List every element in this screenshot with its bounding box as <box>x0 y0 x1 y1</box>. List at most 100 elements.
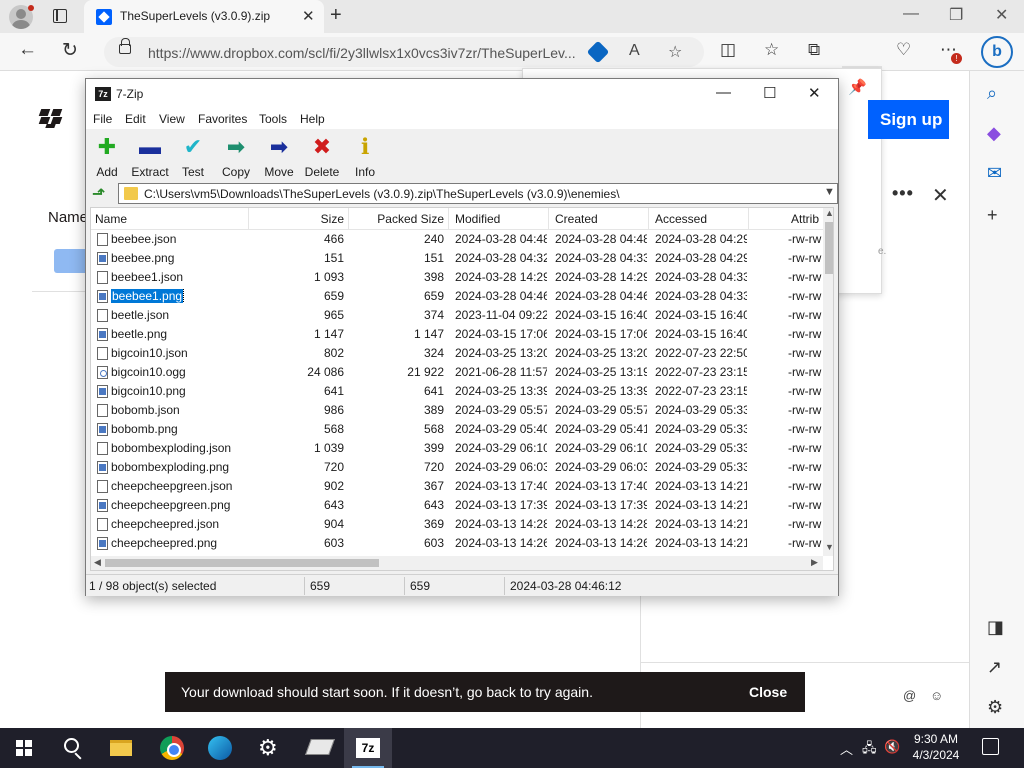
start-button[interactable] <box>0 728 48 768</box>
more-icon[interactable]: ••• <box>892 183 914 204</box>
table-row[interactable]: cheepcheepred.png 603 603 2024-03-13 14:26 2… <box>91 534 823 553</box>
scroll-down-icon[interactable]: ▼ <box>825 542 833 552</box>
window-close-icon[interactable]: ✕ <box>995 5 1008 25</box>
horizontal-scrollbar[interactable]: ◀ ▶ <box>91 556 823 570</box>
file-list[interactable]: Name Size Packed Size Modified Created A… <box>90 207 834 571</box>
table-row[interactable]: bobomb.png 568 568 2024-03-29 05:40 2024-03-… <box>91 420 823 439</box>
sevenzip-titlebar[interactable]: 7z 7-Zip — ☐ ✕ <box>86 79 838 109</box>
table-row[interactable]: bobombexploding.png 720 720 2024-03-29 06:0… <box>91 458 823 477</box>
add-sidebar-icon[interactable]: + <box>987 205 998 226</box>
table-row[interactable]: bobombexploding.json 1 039 399 2024-03-29 0… <box>91 439 823 458</box>
minimize-icon[interactable]: — <box>903 5 919 23</box>
lock-icon[interactable] <box>119 38 131 54</box>
table-row[interactable]: bigcoin10.png 641 641 2024-03-25 13:39 2024-… <box>91 382 823 401</box>
dropbox-logo-icon[interactable] <box>38 109 63 128</box>
taskbar-search-button[interactable] <box>48 728 96 768</box>
column-header-accessed[interactable]: Accessed <box>655 212 745 226</box>
table-row[interactable]: beebee.png 151 151 2024-03-28 04:32 2024-03-… <box>91 249 823 268</box>
table-row[interactable]: beetle.png 1 147 1 147 2024-03-15 17:06 2024… <box>91 325 823 344</box>
taskbar-app[interactable] <box>296 728 344 768</box>
mention-icon[interactable]: @ <box>903 688 916 703</box>
back-icon[interactable]: ← <box>18 39 37 61</box>
search-icon[interactable]: ⌕ <box>987 83 997 104</box>
column-divider[interactable] <box>448 208 449 230</box>
tab-close-icon[interactable]: ✕ <box>302 7 315 25</box>
taskbar-settings[interactable]: ⚙ <box>246 728 294 768</box>
column-header-packed-size[interactable]: Packed Size <box>351 212 444 226</box>
copilot-icon[interactable]: b <box>981 36 1013 68</box>
folder-icon[interactable] <box>54 249 88 273</box>
emoji-icon[interactable]: ☺ <box>930 688 943 703</box>
delete-button[interactable]: ✖ Delete <box>298 135 346 180</box>
tab-actions-icon[interactable] <box>53 9 67 23</box>
move-button[interactable]: ➡ Move <box>255 135 303 180</box>
collections-icon[interactable]: ⧉ <box>808 40 820 60</box>
taskbar-edge[interactable] <box>196 728 244 768</box>
taskbar-file-explorer[interactable] <box>98 728 146 768</box>
favorite-star-icon[interactable]: ☆ <box>668 42 682 62</box>
scroll-left-icon[interactable]: ◀ <box>94 557 101 568</box>
column-header-attrib[interactable]: Attrib <box>791 212 823 226</box>
vertical-scroll-thumb[interactable] <box>825 222 833 274</box>
menu-help[interactable]: Help <box>300 112 325 126</box>
menu-tools[interactable]: Tools <box>259 112 287 126</box>
favorites-icon[interactable]: ☆ <box>764 40 779 60</box>
path-combobox[interactable]: C:\Users\vm5\Downloads\TheSuperLevels (v… <box>118 183 838 204</box>
table-row[interactable]: cheepcheepgreen.png 643 643 2024-03-13 17:3… <box>91 496 823 515</box>
vertical-scrollbar[interactable]: ▲ ▼ <box>823 208 833 556</box>
extension-icon[interactable] <box>586 40 610 64</box>
column-divider[interactable] <box>248 208 249 230</box>
zip-minimize-icon[interactable]: — <box>716 84 731 101</box>
table-row[interactable]: beebee1.json 1 093 398 2024-03-28 14:29 2024… <box>91 268 823 287</box>
info-button[interactable]: ℹ Info <box>341 135 389 180</box>
column-divider[interactable] <box>748 208 749 230</box>
scroll-right-icon[interactable]: ▶ <box>811 557 818 568</box>
table-row[interactable]: cheepcheepgreen.json 902 367 2024-03-13 17:… <box>91 477 823 496</box>
external-link-icon[interactable]: ↗ <box>987 657 1002 678</box>
performance-icon[interactable]: ♡ <box>896 40 911 60</box>
taskbar-chrome[interactable] <box>148 728 196 768</box>
zip-maximize-icon[interactable]: ☐ <box>763 84 776 102</box>
add-button[interactable]: ✚ Add <box>83 135 131 180</box>
settings-icon[interactable]: ⚙ <box>987 697 1003 718</box>
split-screen-icon[interactable]: ◫ <box>720 40 736 60</box>
menu-favorites[interactable]: Favorites <box>198 112 247 126</box>
tools-icon[interactable]: ◆ <box>987 123 1001 144</box>
network-icon[interactable]: 🖧 <box>862 739 877 761</box>
table-row[interactable]: bigcoin10.ogg 24 086 21 922 2021-06-28 11:5… <box>91 363 823 382</box>
panel-close-icon[interactable]: ✕ <box>932 183 949 208</box>
new-tab-button[interactable]: + <box>330 4 342 27</box>
column-divider[interactable] <box>348 208 349 230</box>
refresh-icon[interactable]: ↻ <box>62 39 78 62</box>
table-row[interactable]: bobomb.json 986 389 2024-03-29 05:57 2024-03… <box>91 401 823 420</box>
column-header-size[interactable]: Size <box>251 212 344 226</box>
column-header-name[interactable]: Name <box>48 209 88 226</box>
menu-view[interactable]: View <box>159 112 185 126</box>
test-button[interactable]: ✔ Test <box>169 135 217 180</box>
address-bar[interactable]: https://www.dropbox.com/scl/fi/2y3llwlsx… <box>104 37 704 67</box>
column-divider[interactable] <box>648 208 649 230</box>
table-row[interactable]: bigcoin10.json 802 324 2024-03-25 13:20 2024… <box>91 344 823 363</box>
chevron-down-icon[interactable]: ▼ <box>824 186 835 198</box>
column-header-modified[interactable]: Modified <box>455 212 545 226</box>
column-divider[interactable] <box>548 208 549 230</box>
tab-dropbox[interactable]: TheSuperLevels (v3.0.9).zip ✕ <box>84 0 324 33</box>
taskbar-clock[interactable]: 9:30 AM 4/3/2024 <box>905 731 967 763</box>
pin-icon[interactable]: 📌 <box>848 78 867 96</box>
table-row[interactable]: beetle.json 965 374 2023-11-04 09:22 2024-03… <box>91 306 823 325</box>
horizontal-scroll-thumb[interactable] <box>105 559 379 567</box>
column-header-created[interactable]: Created <box>555 212 645 226</box>
toast-close-button[interactable]: Close <box>749 684 787 700</box>
menu-edit[interactable]: Edit <box>125 112 146 126</box>
table-row[interactable]: cheepcheepred.json 904 369 2024-03-13 14:28… <box>91 515 823 534</box>
column-header-name[interactable]: Name <box>95 212 245 226</box>
sign-up-button[interactable]: Sign up <box>868 100 949 139</box>
outlook-icon[interactable]: ✉ <box>987 163 1002 184</box>
table-row[interactable]: beebee1.png 659 659 2024-03-28 04:46 2024-03… <box>91 287 823 306</box>
notification-center-icon[interactable] <box>982 738 999 755</box>
read-aloud-icon[interactable]: A <box>629 42 640 60</box>
volume-muted-icon[interactable]: 🔇 <box>884 739 900 755</box>
table-row[interactable]: beebee.json 466 240 2024-03-28 04:48 2024-03… <box>91 230 823 249</box>
extract-button[interactable]: ▬ Extract <box>126 135 174 180</box>
scroll-up-icon[interactable]: ▲ <box>825 208 833 218</box>
